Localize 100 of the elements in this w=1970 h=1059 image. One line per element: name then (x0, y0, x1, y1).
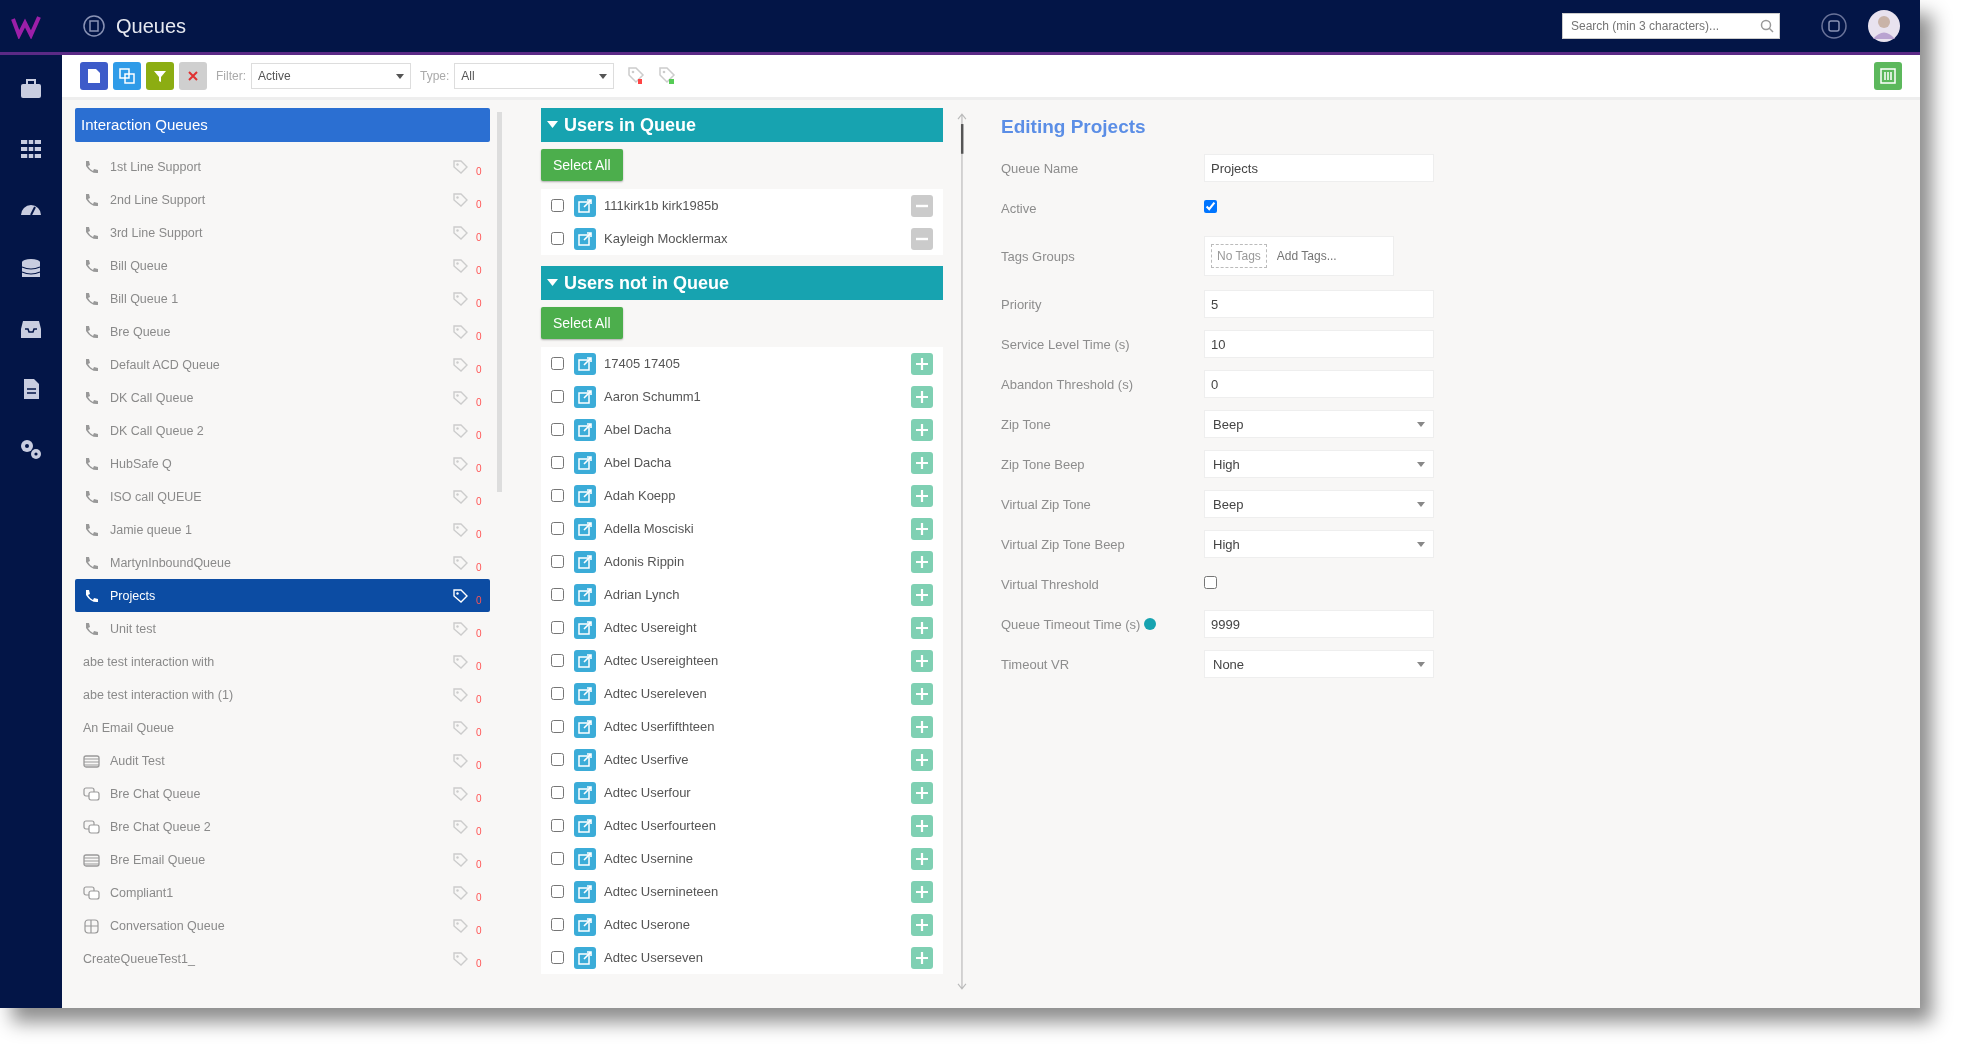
dropdown[interactable]: High (1204, 530, 1434, 558)
edit-icon[interactable] (574, 484, 596, 507)
add-button[interactable] (911, 517, 934, 540)
edit-icon[interactable] (574, 385, 596, 408)
queue-item[interactable]: Audit Test 0 (75, 744, 490, 777)
checkbox[interactable] (551, 555, 564, 568)
settings-icon[interactable] (19, 437, 43, 461)
checkbox[interactable] (551, 588, 564, 601)
edit-icon[interactable] (574, 517, 596, 540)
checkbox[interactable] (551, 687, 564, 700)
queue-item[interactable]: abe test interaction with 0 (75, 645, 490, 678)
add-button[interactable] (911, 715, 934, 738)
checkbox[interactable] (551, 753, 564, 766)
queue-item[interactable]: CreateQueueTest1_ 0 (75, 942, 490, 975)
add-button[interactable] (911, 682, 934, 705)
edit-icon[interactable] (574, 913, 596, 936)
select-all-button[interactable]: Select All (541, 307, 623, 339)
add-button[interactable] (911, 946, 934, 969)
queue-item[interactable]: DK Call Queue 0 (75, 381, 490, 414)
checkbox[interactable] (551, 423, 564, 436)
type-select[interactable]: All (454, 63, 615, 89)
tag-input-field[interactable]: Add Tags... (1274, 248, 1359, 264)
queue-item[interactable]: Bre Email Queue 0 (75, 843, 490, 876)
checkbox[interactable] (551, 232, 564, 245)
queue-item[interactable]: Jamie queue 1 0 (75, 513, 490, 546)
input-field[interactable]: Projects (1204, 154, 1434, 182)
edit-icon[interactable] (574, 814, 596, 837)
tag-remove-icon[interactable] (627, 66, 646, 86)
queue-item[interactable]: Default ACD Queue 0 (75, 348, 490, 381)
add-button[interactable] (911, 649, 934, 672)
dropdown[interactable]: Beep (1204, 410, 1434, 438)
queue-item[interactable]: 2nd Line Support 0 (75, 183, 490, 216)
checkbox[interactable] (551, 654, 564, 667)
edit-icon[interactable] (574, 880, 596, 903)
edit-icon[interactable] (574, 682, 596, 705)
input-field[interactable]: 9999 (1204, 610, 1434, 638)
dropdown[interactable]: High (1204, 450, 1434, 478)
add-button[interactable] (911, 880, 934, 903)
select-all-button[interactable]: Select All (541, 149, 623, 181)
queue-item[interactable]: Bill Queue 1 0 (75, 282, 490, 315)
checkbox[interactable] (551, 456, 564, 469)
filter-button[interactable] (146, 62, 174, 90)
queue-item[interactable]: Bre Queue 0 (75, 315, 490, 348)
add-button[interactable] (911, 385, 934, 408)
add-button[interactable] (911, 418, 934, 441)
checkbox[interactable] (551, 720, 564, 733)
queue-item[interactable]: 1st Line Support 0 (75, 150, 490, 183)
edit-icon[interactable] (574, 715, 596, 738)
checkbox[interactable] (551, 819, 564, 832)
remove-button[interactable] (911, 194, 934, 217)
edit-icon[interactable] (574, 847, 596, 870)
queue-item[interactable]: 3rd Line Support 0 (75, 216, 490, 249)
edit-icon[interactable] (574, 583, 596, 606)
checkbox[interactable] (551, 918, 564, 931)
edit-icon[interactable] (574, 418, 596, 441)
queue-item[interactable]: MartynInboundQueue 0 (75, 546, 490, 579)
edit-icon[interactable] (574, 781, 596, 804)
edit-icon[interactable] (574, 194, 596, 217)
queue-item[interactable]: Projects 0 (75, 579, 490, 612)
edit-icon[interactable] (574, 352, 596, 375)
delete-button[interactable] (179, 62, 207, 90)
edit-icon[interactable] (574, 227, 596, 250)
section-header[interactable]: Users not in Queue (541, 266, 944, 300)
dropdown[interactable]: None (1204, 650, 1434, 678)
edit-icon[interactable] (574, 649, 596, 672)
search-field[interactable]: Search (min 3 characters)... (1562, 13, 1780, 39)
checkbox[interactable] (1204, 200, 1217, 213)
copy-button[interactable] (113, 62, 141, 90)
input-field[interactable]: 10 (1204, 330, 1434, 358)
queue-item[interactable]: Unit test 0 (75, 612, 490, 645)
add-button[interactable] (911, 847, 934, 870)
grid-icon[interactable] (19, 137, 43, 161)
queue-item[interactable]: An Email Queue 0 (75, 711, 490, 744)
queue-item[interactable]: HubSafe Q 0 (75, 447, 490, 480)
checkbox[interactable] (551, 885, 564, 898)
queue-item[interactable]: ISO call QUEUE 0 (75, 480, 490, 513)
edit-icon[interactable] (574, 748, 596, 771)
add-button[interactable] (911, 352, 934, 375)
section-header[interactable]: Users in Queue (541, 108, 944, 142)
add-button[interactable] (911, 616, 934, 639)
checkbox[interactable] (551, 621, 564, 634)
edit-icon[interactable] (574, 616, 596, 639)
new-button[interactable] (80, 62, 108, 90)
tag-add-icon[interactable] (658, 66, 677, 86)
queue-item[interactable]: Bill Queue 0 (75, 249, 490, 282)
help-icon[interactable] (1820, 12, 1848, 40)
add-button[interactable] (911, 484, 934, 507)
checkbox[interactable] (551, 522, 564, 535)
filter-select[interactable]: Active (251, 63, 411, 89)
add-button[interactable] (911, 781, 934, 804)
queue-item[interactable]: Bre Chat Queue 0 (75, 777, 490, 810)
edit-icon[interactable] (574, 550, 596, 573)
add-button[interactable] (911, 814, 934, 837)
checkbox[interactable] (1204, 576, 1217, 589)
queue-item[interactable]: Compliant1 0 (75, 876, 490, 909)
add-button[interactable] (911, 583, 934, 606)
checkbox[interactable] (551, 786, 564, 799)
checkbox[interactable] (551, 199, 564, 212)
edit-icon[interactable] (574, 451, 596, 474)
edit-icon[interactable] (574, 946, 596, 969)
